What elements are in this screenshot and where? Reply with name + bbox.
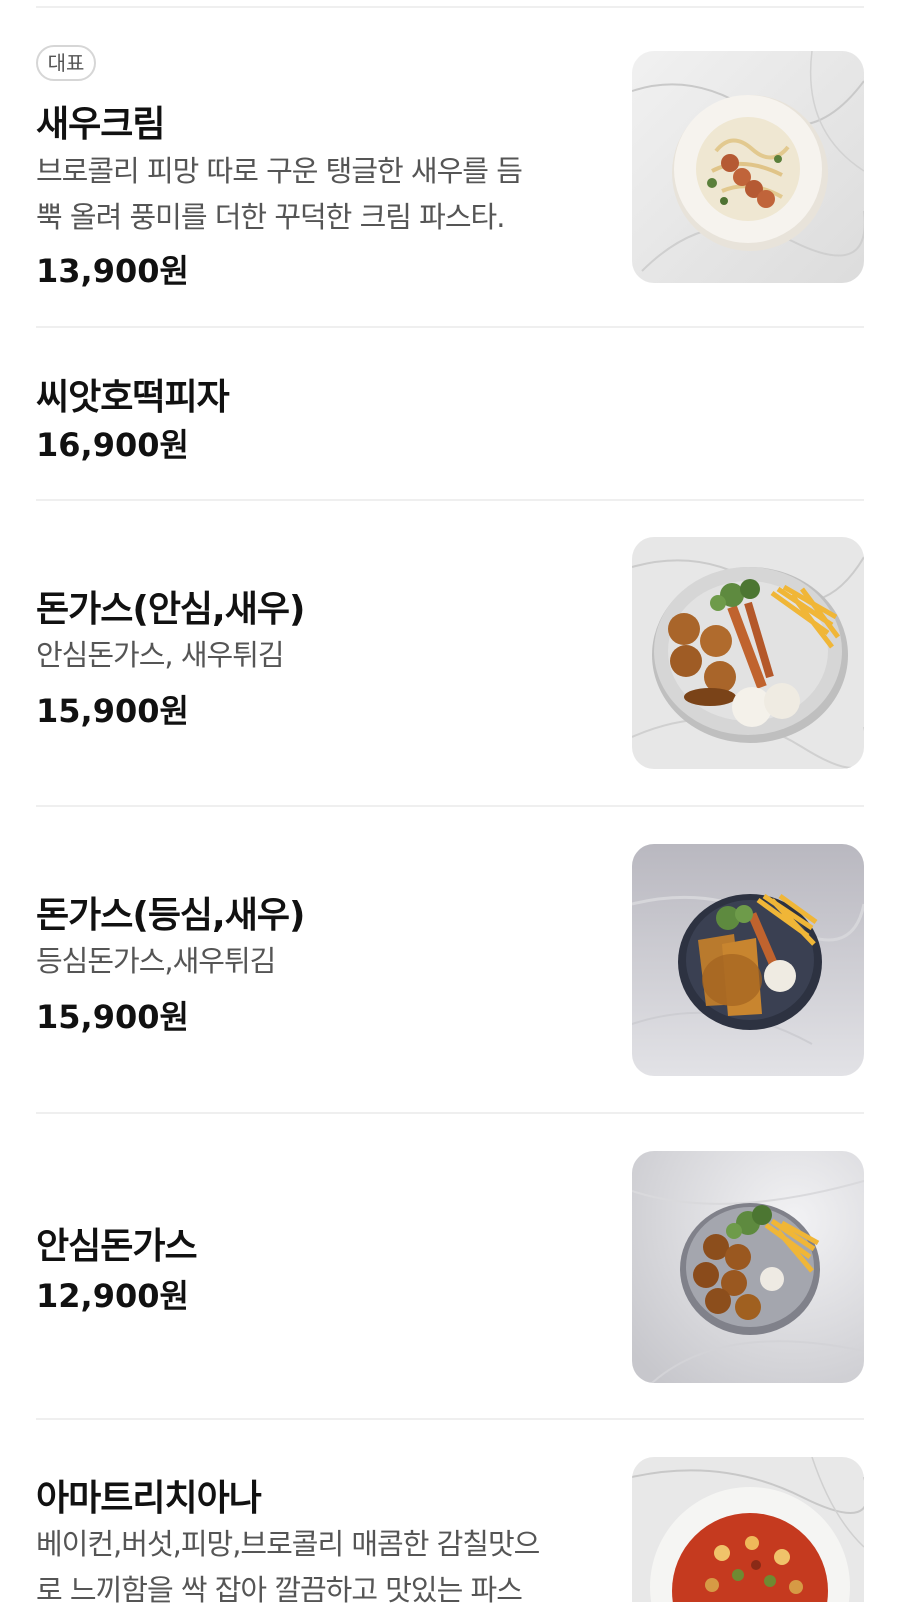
menu-item-description-line2: 로 느끼함을 싹 잡아 깔끔하고 맛있는 파스 [36,1573,523,1607]
menu-item-name: 아마트리치아나 [36,1478,262,1519]
menu-item-tenderloin-cutlet[interactable]: 안심돈가스 12,900원 [0,1113,900,1419]
menu-item-description-line1: 등심돈가스,새우튀김 [36,944,276,978]
loin-shrimp-cutlet-photo[interactable] [632,844,864,1076]
menu-item-loin-shrimp-cutlet[interactable]: 돈가스(등심,새우) 등심돈가스,새우튀김 15,900원 [0,806,900,1113]
menu-item-price: 13,900원 [36,252,189,290]
menu-item-amatriciana[interactable]: 아마트리치아나 베이컨,버섯,피망,브로콜리 매콤한 감칠맛으 로 느끼함을 싹… [0,1419,900,1607]
menu-item-name: 안심돈가스 [36,1226,198,1267]
menu-item-price: 16,900원 [36,426,189,464]
shrimp-cream-pasta-photo[interactable] [632,51,864,283]
menu-item-name: 새우크림 [36,104,165,145]
menu-item-seed-hotteok-pizza[interactable]: 씨앗호떡피자 16,900원 [0,328,900,500]
menu-item-tenderloin-shrimp-cutlet[interactable]: 돈가스(안심,새우) 안심돈가스, 새우튀김 15,900원 [0,500,900,806]
menu-item-price: 15,900원 [36,998,189,1036]
menu-item-price: 15,900원 [36,692,189,730]
menu-item-name: 돈가스(안심,새우) [36,589,305,630]
menu-item-name: 씨앗호떡피자 [36,377,230,418]
menu-item-shrimp-cream[interactable]: 대표 새우크림 브로콜리 피망 따로 구운 탱글한 새우를 듬 뿍 올려 풍미를… [0,0,900,328]
menu-item-price: 12,900원 [36,1277,189,1315]
tenderloin-shrimp-cutlet-photo[interactable] [632,537,864,769]
menu-item-description-line2: 뿍 올려 풍미를 더한 꾸덕한 크림 파스타. [36,200,505,234]
tenderloin-cutlet-photo[interactable] [632,1151,864,1383]
menu-item-description-line1: 브로콜리 피망 따로 구운 탱글한 새우를 듬 [36,154,523,188]
menu-item-name: 돈가스(등심,새우) [36,895,305,936]
menu-item-description-line1: 베이컨,버섯,피망,브로콜리 매콤한 감칠맛으 [36,1527,540,1561]
signature-badge: 대표 [36,45,96,81]
amatriciana-pasta-photo[interactable] [632,1457,864,1602]
menu-item-description-line1: 안심돈가스, 새우튀김 [36,638,285,672]
